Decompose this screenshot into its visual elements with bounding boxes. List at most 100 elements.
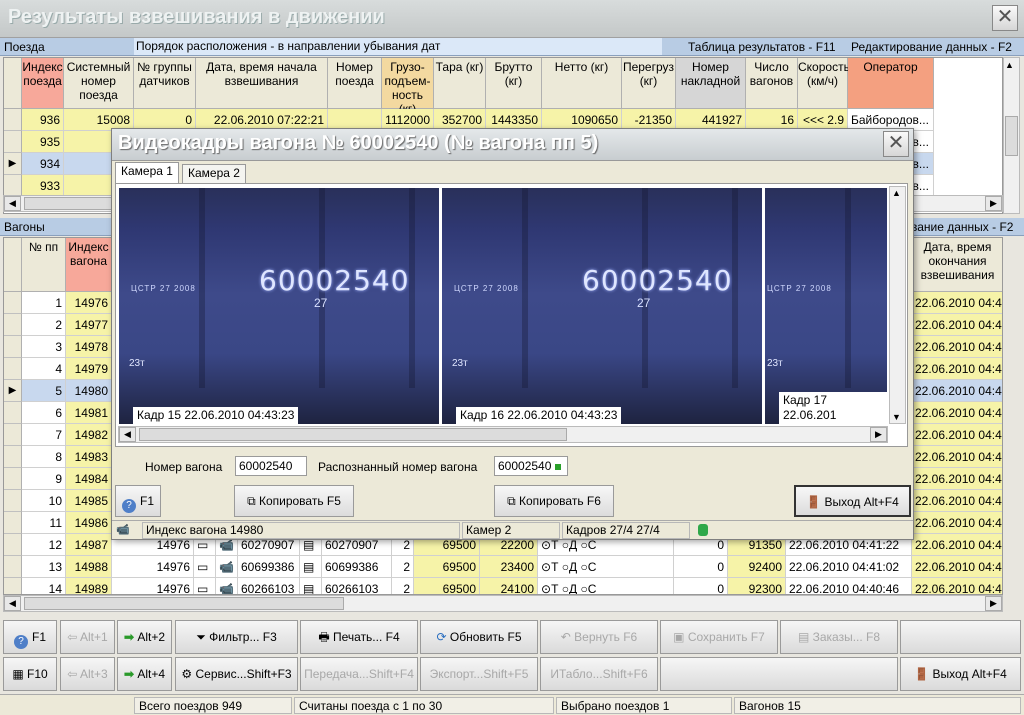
radio-group[interactable]: ⊙Т ○Д ○С (538, 578, 674, 594)
table-cell[interactable]: 13 (22, 556, 66, 578)
radio-d[interactable]: ○ (562, 560, 569, 574)
table-cell[interactable]: 9 (22, 468, 66, 490)
export-button[interactable]: Экспорт...Shift+F5 (420, 657, 538, 691)
table-cell[interactable]: 22.06.2010 04:41 (912, 512, 1002, 534)
table-cell[interactable]: 935 (22, 131, 64, 153)
table-cell[interactable]: 12 (22, 534, 66, 556)
table-cell[interactable]: 14989 (66, 578, 112, 594)
table-cell[interactable]: 2 (22, 314, 66, 336)
scroll-right-icon[interactable]: ▶ (870, 427, 887, 442)
recognized-number-field[interactable]: 60002540 (494, 456, 568, 476)
table-cell[interactable]: 22.06.2010 04:41 (912, 556, 1002, 578)
table-cell[interactable]: 933 (22, 175, 64, 197)
row-indicator[interactable] (4, 512, 22, 534)
table-cell[interactable]: 22.06.2010 04:41 (912, 534, 1002, 556)
table-cell[interactable]: 11 (22, 512, 66, 534)
alt2-button[interactable]: ➡ Alt+2 (117, 620, 172, 654)
table-cell[interactable]: 22.06.2010 04:45 (912, 292, 1002, 314)
table-cell[interactable]: 22.06.2010 04:43 (912, 380, 1002, 402)
radio-c[interactable]: ○ (580, 560, 587, 574)
radio-c[interactable]: ○ (580, 538, 587, 552)
column-header[interactable]: Нетто (кг) (542, 58, 622, 109)
table-cell[interactable]: 22.06.2010 04:44 (912, 336, 1002, 358)
tab-camera-1[interactable]: Камера 1 (115, 162, 179, 183)
alt3-button[interactable]: ⇦ Alt+3 (60, 657, 115, 691)
trains-vscroll[interactable]: ▲ (1003, 57, 1020, 214)
table-cell[interactable]: 14984 (66, 468, 112, 490)
dialog-exit-button[interactable]: 🚪 Выход Alt+F4 (794, 485, 911, 517)
alt4-button[interactable]: ➡ Alt+4 (117, 657, 172, 691)
table-cell[interactable]: 14 (22, 578, 66, 594)
table-cell[interactable]: 14976 (112, 556, 194, 578)
window-close-button[interactable]: ✕ (992, 5, 1018, 31)
copy-f5-button[interactable]: ⧉ Копировать F5 (234, 485, 354, 517)
radio-group[interactable]: ⊙Т ○Д ○С (538, 556, 674, 578)
frames-viewer[interactable]: 60002540 27 ЦСТР 27 2008 23т Кадр 15 22.… (115, 183, 908, 447)
table-cell[interactable]: 936 (22, 109, 64, 131)
table-cell[interactable]: 14988 (66, 556, 112, 578)
row-indicator[interactable] (4, 556, 22, 578)
row-indicator[interactable] (4, 446, 22, 468)
column-header[interactable]: Индекс поезда (22, 58, 64, 109)
table-cell[interactable]: 22.06.2010 04:43 (912, 402, 1002, 424)
help-button[interactable]: ? F1 (3, 620, 57, 654)
column-header[interactable]: Номер поезда (328, 58, 382, 109)
table-cell[interactable]: 2 (392, 556, 414, 578)
table-cell[interactable]: 934 (22, 153, 64, 175)
table-cell[interactable]: 14978 (66, 336, 112, 358)
hscroll-thumb[interactable] (139, 428, 567, 441)
scroll-up-icon[interactable]: ▲ (1005, 60, 1014, 70)
table-cell[interactable]: 22.06.2010 04:42 (912, 490, 1002, 512)
table-cell[interactable]: 69500 (414, 578, 480, 594)
table-cell[interactable]: 22.06.2010 04:42 (912, 446, 1002, 468)
table-cell[interactable]: 0 (674, 578, 728, 594)
row-indicator[interactable]: ▶ (4, 153, 22, 175)
column-header[interactable]: Оператор (848, 58, 934, 109)
scroll-down-icon[interactable]: ▼ (892, 412, 901, 422)
table-cell[interactable]: 23400 (480, 556, 538, 578)
refresh-button[interactable]: ⟳ Обновить F5 (420, 620, 538, 654)
column-header[interactable]: Номер накладной (676, 58, 746, 109)
table-cell[interactable]: 3 (22, 336, 66, 358)
calendar-icon[interactable]: ▭ (194, 556, 216, 578)
row-indicator-header[interactable] (4, 238, 22, 292)
row-indicator[interactable] (4, 314, 22, 336)
table-cell[interactable]: 92400 (728, 556, 786, 578)
table-cell[interactable]: 60266103 (238, 578, 300, 594)
column-header[interactable]: № пп (22, 238, 66, 292)
table-cell[interactable]: 14977 (66, 314, 112, 336)
row-indicator[interactable] (4, 292, 22, 314)
table-cell[interactable]: 8 (22, 446, 66, 468)
table-cell[interactable]: 22.06.2010 04:44 (912, 314, 1002, 336)
row-indicator[interactable] (4, 468, 22, 490)
radio-t[interactable]: ⊙ (541, 560, 551, 574)
wagon-number-field[interactable]: 60002540 (235, 456, 307, 476)
column-header[interactable]: Системный номер поезда (64, 58, 134, 109)
radio-d[interactable]: ○ (562, 582, 569, 594)
frames-vscroll[interactable]: ▲ ▼ (889, 186, 906, 424)
table-cell[interactable]: 14985 (66, 490, 112, 512)
table-cell[interactable]: 7 (22, 424, 66, 446)
hscroll-thumb[interactable] (24, 597, 344, 610)
wagons-edit-link[interactable]: вание данных - F2 (911, 220, 1013, 234)
camera-icon[interactable]: 📹 (216, 578, 238, 594)
table-cell[interactable]: 24100 (480, 578, 538, 594)
row-indicator[interactable] (4, 424, 22, 446)
scroll-right-icon[interactable]: ▶ (985, 596, 1002, 611)
video-frame[interactable]: 60002540 27 ЦСТР 27 2008 23т Кадр 16 22.… (442, 188, 762, 424)
row-indicator[interactable] (4, 402, 22, 424)
table-cell[interactable]: 14979 (66, 358, 112, 380)
row-indicator[interactable] (4, 534, 22, 556)
row-indicator[interactable] (4, 131, 22, 153)
table-cell[interactable]: 60699386 (238, 556, 300, 578)
table-cell[interactable]: 14982 (66, 424, 112, 446)
dialog-close-button[interactable]: ✕ (883, 131, 909, 157)
calendar-icon[interactable]: ▭ (194, 578, 216, 594)
transfer-button[interactable]: Передача...Shift+F4 (300, 657, 418, 691)
column-header[interactable]: № группы датчиков (134, 58, 196, 109)
table-cell[interactable]: 22.06.2010 04:41 (912, 578, 1002, 594)
scroll-right-icon[interactable]: ▶ (985, 196, 1002, 211)
results-table-link[interactable]: Таблица результатов - F11 (688, 40, 836, 54)
scroll-left-icon[interactable]: ◀ (4, 596, 21, 611)
scroll-thumb[interactable] (1005, 116, 1018, 156)
